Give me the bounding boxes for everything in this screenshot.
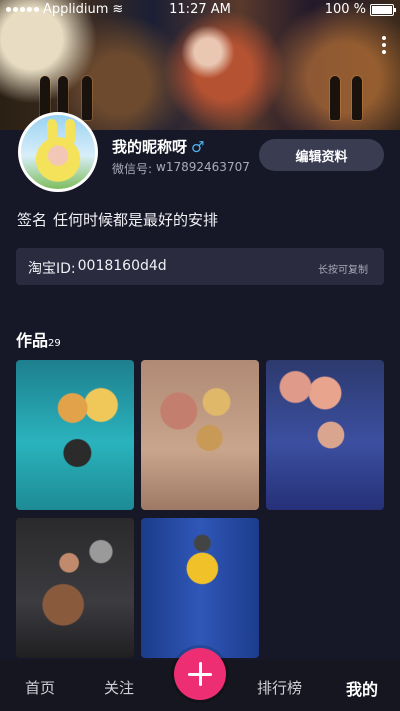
taobao-id-box[interactable]: 淘宝ID: 0018160d4d 长按可复制	[16, 248, 384, 285]
works-count: 29	[48, 338, 61, 349]
wechat-id: 微信号: w17892463707	[112, 160, 250, 177]
tab-me[interactable]: 我的	[346, 676, 378, 700]
cover-decoration	[82, 76, 92, 120]
battery-icon	[370, 3, 396, 16]
add-post-button[interactable]	[174, 648, 226, 700]
wechat-value: w17892463707	[156, 160, 250, 174]
male-icon: ♂	[191, 137, 205, 156]
work-thumbnail[interactable]	[141, 518, 259, 658]
signature-text: 任何时候都是最好的安排	[53, 211, 219, 229]
work-thumbnail[interactable]	[266, 360, 384, 510]
status-right: 100 %	[324, 2, 396, 17]
battery-percent: 100 %	[324, 2, 366, 17]
status-bar: Applidium ≋ 11:27 AM 100 %	[0, 0, 400, 20]
wechat-label: 微信号:	[112, 162, 153, 176]
signature: 签名 任何时候都是最好的安排	[17, 209, 218, 230]
works-heading: 作品29	[16, 327, 61, 351]
plus-icon	[198, 662, 202, 686]
profile-cover-image: Applidium ≋ 11:27 AM 100 %	[0, 0, 400, 130]
nickname-text: 我的昵称呀	[112, 138, 188, 156]
taobao-label: 淘宝ID:	[28, 261, 76, 277]
nickname: 我的昵称呀 ♂	[112, 136, 204, 157]
work-thumbnail[interactable]	[16, 518, 134, 658]
tab-ranking[interactable]: 排行榜	[257, 677, 302, 698]
work-thumbnail[interactable]	[141, 360, 259, 510]
taobao-id: 淘宝ID: 0018160d4d	[28, 258, 167, 278]
cover-decoration	[352, 76, 362, 120]
signature-label: 签名	[17, 211, 48, 229]
more-options-icon[interactable]	[382, 36, 386, 54]
work-thumbnail[interactable]	[16, 360, 134, 510]
taobao-value: 0018160d4d	[77, 258, 167, 274]
avatar[interactable]	[18, 112, 98, 192]
tab-home[interactable]: 首页	[25, 677, 55, 698]
tab-follow[interactable]: 关注	[104, 677, 134, 698]
works-title: 作品	[16, 331, 49, 350]
edit-profile-button[interactable]: 编辑资料	[259, 139, 384, 171]
cover-decoration	[330, 76, 340, 120]
copy-hint: 长按可复制	[318, 265, 368, 276]
